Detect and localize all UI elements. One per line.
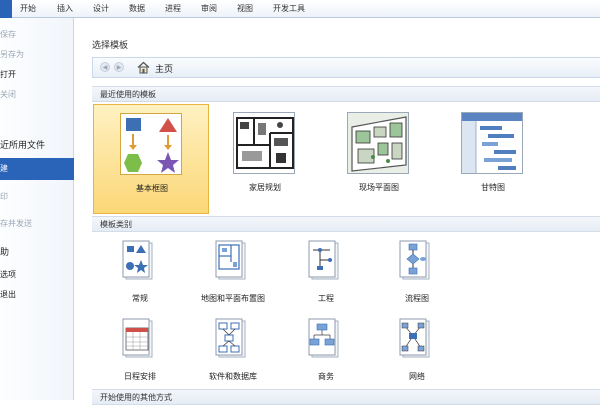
category-flowchart[interactable]: 流程图 xyxy=(367,240,467,310)
template-site-plan[interactable]: 现场平面图 xyxy=(321,104,437,214)
tab-design[interactable]: 设计 xyxy=(93,3,109,14)
flowchart-icon xyxy=(399,240,430,280)
ribbon-tab-bar: 开始 插入 设计 数据 进程 审阅 视图 开发工具 xyxy=(0,0,600,18)
template-label: 甘特图 xyxy=(481,183,505,192)
category-business[interactable]: 商务 xyxy=(276,318,376,388)
page-title: 选择模板 xyxy=(92,41,129,51)
tab-insert[interactable]: 插入 xyxy=(57,3,73,14)
file-tab[interactable] xyxy=(0,0,12,18)
backstage-menu: 保存 另存为 打开 关闭 近所用文件 建 印 存并发送 助 选项 退出 xyxy=(0,18,74,400)
forward-arrow-icon[interactable]: ▶ xyxy=(114,62,124,72)
template-basic-diagram[interactable]: 基本框图 xyxy=(93,104,209,214)
tab-view[interactable]: 视图 xyxy=(237,3,253,14)
menu-exit[interactable]: 退出 xyxy=(0,289,74,300)
category-label: 软件和数据库 xyxy=(209,372,257,381)
menu-save[interactable]: 保存 xyxy=(0,29,74,40)
other-ways-header: 开始使用的其他方式 xyxy=(92,389,600,405)
tab-data[interactable]: 数据 xyxy=(129,3,145,14)
business-icon xyxy=(308,318,339,358)
menu-open[interactable]: 打开 xyxy=(0,69,74,80)
tab-developer[interactable]: 开发工具 xyxy=(273,3,305,14)
category-label: 商务 xyxy=(318,372,334,381)
breadcrumb-bar: ◀ ▶ 主页 xyxy=(92,57,600,78)
menu-save-as[interactable]: 另存为 xyxy=(0,49,74,60)
category-network[interactable]: 网络 xyxy=(367,318,467,388)
category-label: 地图和平面布置图 xyxy=(201,294,265,303)
category-schedule[interactable]: 日程安排 xyxy=(90,318,190,388)
active-notch xyxy=(68,164,74,174)
menu-save-send[interactable]: 存并发送 xyxy=(0,218,74,229)
schedule-icon xyxy=(122,318,153,358)
menu-new[interactable]: 建 xyxy=(0,158,74,180)
basic-diagram-icon xyxy=(120,113,182,175)
software-database-icon xyxy=(215,318,246,358)
category-label: 常规 xyxy=(132,294,148,303)
breadcrumb-home[interactable]: 主页 xyxy=(155,62,173,75)
network-icon xyxy=(399,318,430,358)
category-label: 网络 xyxy=(409,372,425,381)
home-plan-icon xyxy=(233,112,295,174)
back-arrow-icon[interactable]: ◀ xyxy=(100,62,110,72)
home-icon[interactable] xyxy=(137,61,150,74)
menu-close[interactable]: 关闭 xyxy=(0,89,74,100)
tab-review[interactable]: 审阅 xyxy=(201,3,217,14)
site-plan-icon xyxy=(347,112,409,174)
menu-options[interactable]: 选项 xyxy=(0,269,74,280)
menu-print[interactable]: 印 xyxy=(0,191,74,202)
category-engineering[interactable]: 工程 xyxy=(276,240,376,310)
template-gantt-chart[interactable]: 甘特图 xyxy=(435,104,551,214)
category-software-database[interactable]: 软件和数据库 xyxy=(183,318,283,388)
menu-help[interactable]: 助 xyxy=(0,245,74,258)
menu-recent[interactable]: 近所用文件 xyxy=(0,138,74,151)
tab-home[interactable]: 开始 xyxy=(20,3,36,14)
category-label: 工程 xyxy=(318,294,334,303)
tab-process[interactable]: 进程 xyxy=(165,3,181,14)
category-label: 流程图 xyxy=(405,294,429,303)
template-categories-header: 模板类别 xyxy=(92,216,600,232)
template-label: 基本框图 xyxy=(136,184,168,193)
template-home-plan[interactable]: 家居规划 xyxy=(207,104,323,214)
gantt-chart-icon xyxy=(461,112,523,174)
maps-floorplans-icon xyxy=(215,240,246,280)
template-label: 家居规划 xyxy=(249,183,281,192)
category-general[interactable]: 常规 xyxy=(90,240,190,310)
engineering-icon xyxy=(308,240,339,280)
template-label: 现场平面图 xyxy=(359,183,399,192)
general-icon xyxy=(122,240,153,280)
recent-templates-header: 最近使用的模板 xyxy=(92,86,600,102)
category-label: 日程安排 xyxy=(124,372,156,381)
category-maps-floorplans[interactable]: 地图和平面布置图 xyxy=(183,240,283,310)
